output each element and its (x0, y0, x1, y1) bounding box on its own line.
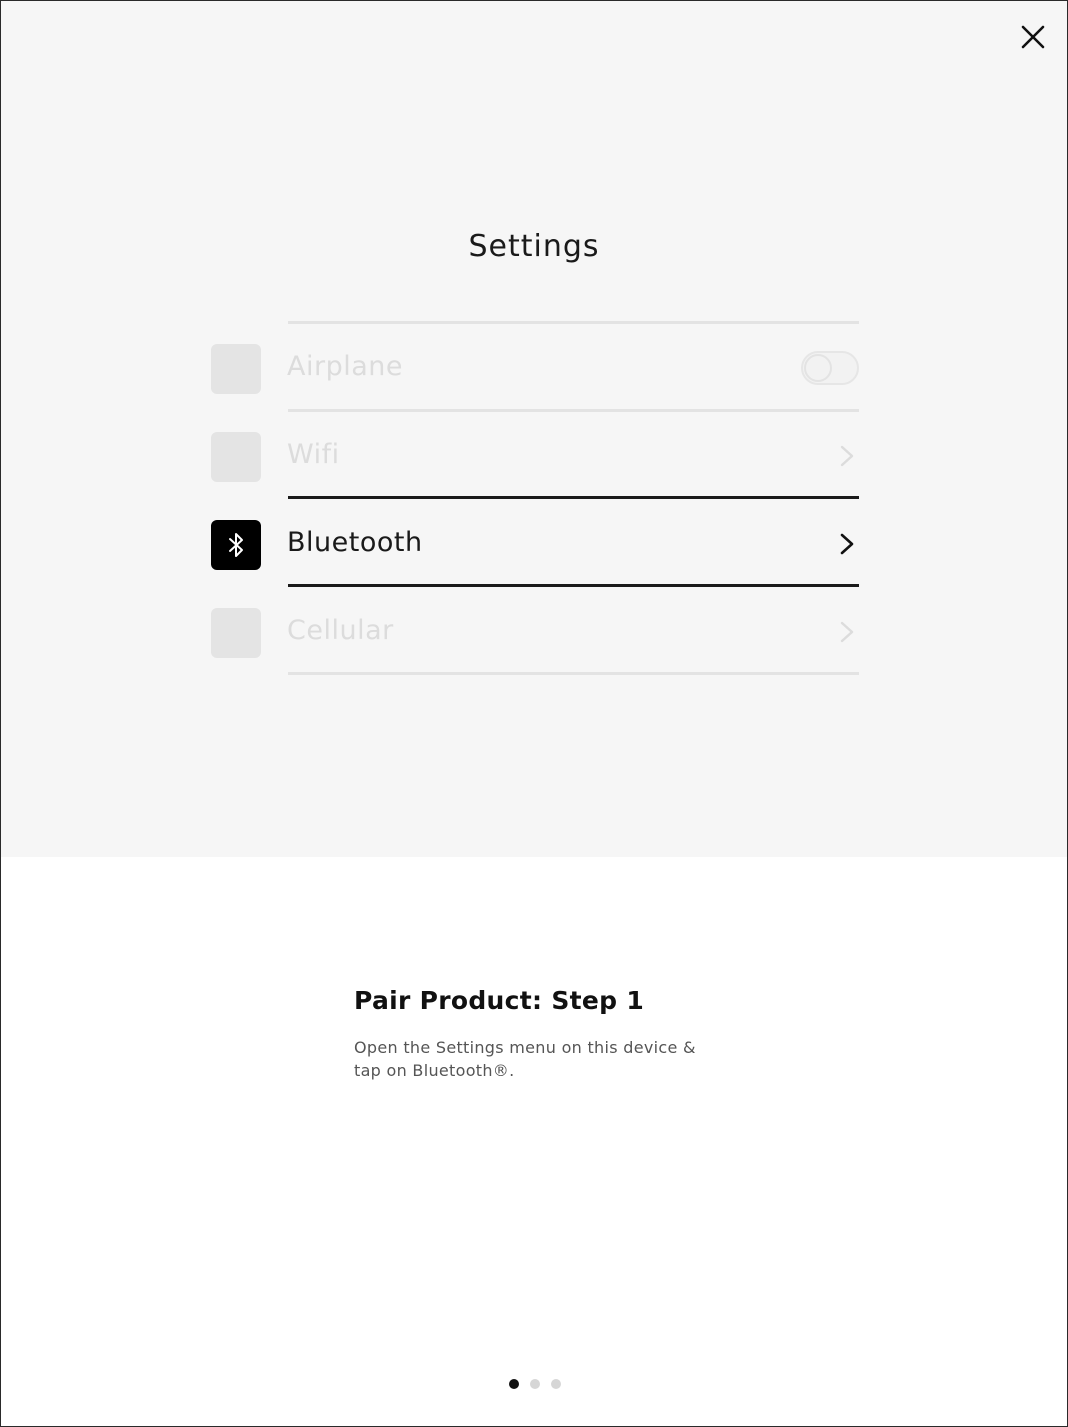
row-label-bluetooth: Bluetooth (287, 527, 423, 558)
settings-illustration: Settings Airplane Wifi Bluetooth Cellula… (1, 1, 1067, 857)
row-label-airplane: Airplane (287, 351, 403, 382)
settings-row-bluetooth: Bluetooth (211, 500, 859, 588)
settings-title: Settings (468, 229, 600, 264)
row-divider (288, 584, 859, 587)
settings-row-cellular: Cellular (211, 588, 859, 676)
close-icon (1021, 25, 1045, 49)
chevron-right-icon (839, 532, 855, 556)
settings-row-wifi: Wifi (211, 412, 859, 500)
page-dot-2[interactable] (530, 1379, 540, 1389)
step-description: Open the Settings menu on this device & … (354, 1038, 696, 1080)
step-title: Pair Product: Step 1 (354, 986, 645, 1015)
row-label-wifi: Wifi (287, 439, 340, 470)
row-divider (288, 672, 859, 675)
airplane-toggle (801, 351, 859, 385)
chevron-right-icon (839, 444, 855, 468)
bluetooth-icon (211, 520, 261, 570)
page-indicator (509, 1379, 561, 1389)
page-dot-3[interactable] (551, 1379, 561, 1389)
pairing-screen: Settings Airplane Wifi Bluetooth Cellula… (0, 0, 1068, 1427)
row-label-cellular: Cellular (287, 615, 394, 646)
settings-row-airplane: Airplane (211, 324, 859, 412)
cellular-icon (211, 608, 261, 658)
toggle-knob (804, 354, 832, 382)
wifi-icon (211, 432, 261, 482)
settings-list: Airplane Wifi Bluetooth Cellular (211, 321, 859, 676)
page-dot-1[interactable] (509, 1379, 519, 1389)
row-divider (288, 496, 859, 499)
chevron-right-icon (839, 620, 855, 644)
close-button[interactable] (1013, 17, 1053, 57)
airplane-icon (211, 344, 261, 394)
